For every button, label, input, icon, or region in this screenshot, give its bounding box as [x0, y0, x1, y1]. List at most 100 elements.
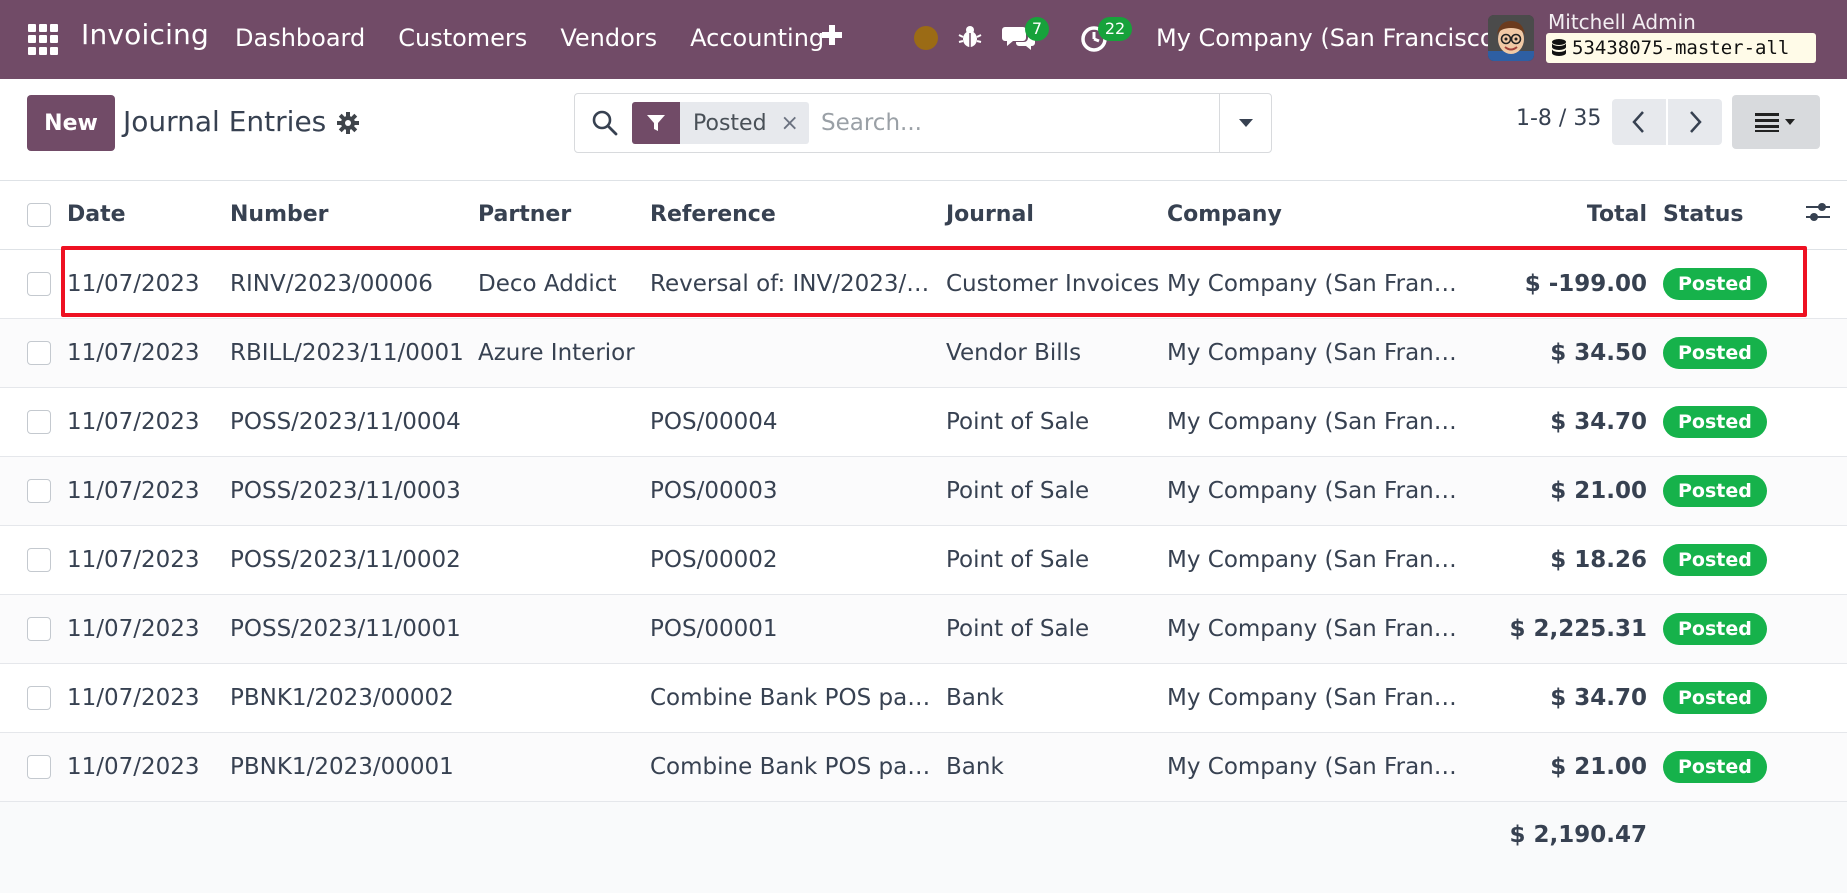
cell-status: Posted — [1663, 663, 1804, 733]
header-partner[interactable]: Partner — [478, 181, 650, 250]
cell-date: 11/07/2023 — [67, 663, 230, 733]
user-avatar[interactable] — [1488, 15, 1534, 61]
select-all-checkbox[interactable] — [27, 202, 51, 227]
menu-vendors[interactable]: Vendors — [560, 24, 657, 52]
header-status[interactable]: Status — [1663, 181, 1804, 250]
activity-count-badge: 22 — [1098, 17, 1132, 41]
plus-icon[interactable] — [820, 22, 844, 48]
cell-partner — [478, 525, 650, 595]
header-total[interactable]: Total — [1457, 181, 1663, 250]
pager-next-button[interactable] — [1668, 99, 1722, 145]
cell-partner — [478, 663, 650, 733]
cell-number: POSS/2023/11/0001 — [230, 594, 478, 664]
page-title: Journal Entries — [123, 105, 327, 138]
pager-previous-button[interactable] — [1612, 99, 1666, 145]
apps-menu-icon[interactable] — [28, 24, 59, 55]
menu-dashboard[interactable]: Dashboard — [235, 24, 365, 52]
table-row[interactable]: 11/07/2023 RINV/2023/00006 Deco Addict R… — [0, 249, 1847, 319]
search-options-toggle[interactable] — [1219, 94, 1271, 152]
cell-reference: POS/00002 — [650, 525, 946, 595]
header-number[interactable]: Number — [230, 181, 478, 250]
cell-partner — [478, 387, 650, 457]
cell-journal: Point of Sale — [946, 594, 1167, 664]
debug-bug-icon[interactable] — [958, 24, 982, 50]
cell-spacer — [1804, 525, 1847, 595]
cell-company: My Company (San Fran… — [1167, 663, 1457, 733]
header-journal[interactable]: Journal — [946, 181, 1167, 250]
cell-spacer — [1804, 732, 1847, 802]
cell-date: 11/07/2023 — [67, 387, 230, 457]
table-row[interactable]: 11/07/2023 POSS/2023/11/0002 POS/00002 P… — [0, 525, 1847, 595]
row-checkbox[interactable] — [27, 340, 51, 365]
cell-spacer — [1804, 387, 1847, 457]
database-name: 53438075-master-all — [1572, 37, 1790, 59]
row-checkbox[interactable] — [27, 409, 51, 434]
footer-spacer — [1663, 801, 1847, 868]
cell-total: $ 34.70 — [1457, 387, 1663, 457]
row-select-cell — [0, 456, 67, 526]
cell-reference: Reversal of: INV/2023/… — [650, 249, 946, 319]
table-row[interactable]: 11/07/2023 POSS/2023/11/0001 POS/00001 P… — [0, 594, 1847, 664]
company-switcher[interactable]: My Company (San Francisco) — [1156, 24, 1504, 52]
list-view-icon — [1755, 113, 1795, 132]
row-select-cell — [0, 663, 67, 733]
row-checkbox[interactable] — [27, 478, 51, 503]
cell-journal: Bank — [946, 663, 1167, 733]
gear-icon[interactable] — [336, 111, 360, 135]
cell-date: 11/07/2023 — [67, 456, 230, 526]
cell-status: Posted — [1663, 318, 1804, 388]
top-navbar: Invoicing Dashboard Customers Vendors Ac… — [0, 0, 1847, 79]
cell-status: Posted — [1663, 387, 1804, 457]
row-checkbox[interactable] — [27, 616, 51, 641]
status-badge: Posted — [1663, 750, 1767, 783]
table-row[interactable]: 11/07/2023 PBNK1/2023/00001 Combine Bank… — [0, 732, 1847, 802]
app-brand[interactable]: Invoicing — [81, 18, 209, 51]
table-row[interactable]: 11/07/2023 POSS/2023/11/0003 POS/00003 P… — [0, 456, 1847, 526]
search-icon[interactable] — [591, 109, 619, 137]
row-select-cell — [0, 318, 67, 388]
user-name[interactable]: Mitchell Admin — [1548, 10, 1696, 34]
optional-columns-icon[interactable] — [1804, 198, 1832, 226]
table-row[interactable]: 11/07/2023 RBILL/2023/11/0001 Azure Inte… — [0, 318, 1847, 388]
optional-columns-cell — [1804, 181, 1847, 250]
cell-status: Posted — [1663, 732, 1804, 802]
status-badge: Posted — [1663, 474, 1767, 507]
status-badge: Posted — [1663, 336, 1767, 369]
header-reference[interactable]: Reference — [650, 181, 946, 250]
cell-total: $ 2,225.31 — [1457, 594, 1663, 664]
chevron-right-icon — [1690, 111, 1702, 133]
table-row[interactable]: 11/07/2023 PBNK1/2023/00002 Combine Bank… — [0, 663, 1847, 733]
row-checkbox[interactable] — [27, 547, 51, 572]
pager-value[interactable]: 1-8 / 35 — [1516, 106, 1601, 131]
row-select-cell — [0, 594, 67, 664]
database-badge: 53438075-master-all — [1546, 33, 1816, 63]
presence-status-icon[interactable] — [914, 26, 938, 50]
row-checkbox[interactable] — [27, 271, 51, 296]
header-date[interactable]: Date — [67, 181, 230, 250]
table-row[interactable]: 11/07/2023 POSS/2023/11/0004 POS/00004 P… — [0, 387, 1847, 457]
cell-date: 11/07/2023 — [67, 249, 230, 319]
menu-customers[interactable]: Customers — [398, 24, 527, 52]
row-checkbox[interactable] — [27, 685, 51, 710]
row-select-cell — [0, 249, 67, 319]
menu-accounting[interactable]: Accounting — [690, 24, 824, 52]
cell-company: My Company (San Fran… — [1167, 387, 1457, 457]
cell-number: POSS/2023/11/0004 — [230, 387, 478, 457]
filter-facet: Posted × — [632, 102, 809, 144]
search-input[interactable] — [821, 106, 1201, 140]
cell-company: My Company (San Fran… — [1167, 594, 1457, 664]
main-menu: Dashboard Customers Vendors Accounting — [235, 24, 857, 52]
row-select-cell — [0, 387, 67, 457]
view-switcher[interactable] — [1732, 95, 1820, 149]
cell-date: 11/07/2023 — [67, 594, 230, 664]
row-checkbox[interactable] — [27, 754, 51, 779]
new-button[interactable]: New — [27, 95, 115, 151]
cell-number: PBNK1/2023/00001 — [230, 732, 478, 802]
cell-total: $ 18.26 — [1457, 525, 1663, 595]
chat-count-badge: 7 — [1025, 17, 1049, 41]
cell-company: My Company (San Fran… — [1167, 732, 1457, 802]
header-company[interactable]: Company — [1167, 181, 1457, 250]
database-icon — [1552, 39, 1566, 56]
filter-icon — [632, 102, 680, 144]
remove-facet-icon[interactable]: × — [781, 111, 799, 136]
